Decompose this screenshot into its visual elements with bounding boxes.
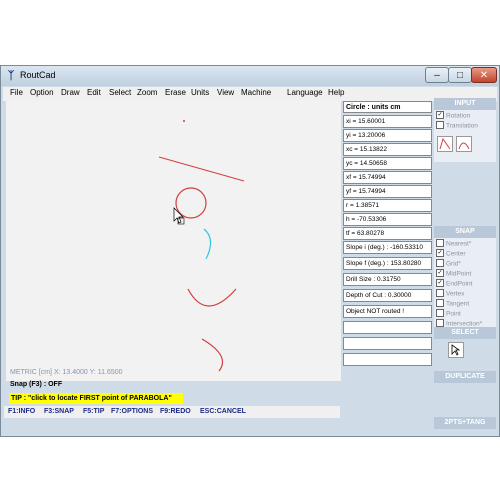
properties-title: Circle : units cm — [343, 101, 432, 113]
fkey-snap[interactable]: F3:SNAP — [44, 408, 74, 415]
menu-units[interactable]: Units — [191, 88, 209, 97]
prop-h[interactable]: h = -70.53306 — [343, 213, 432, 226]
snap-point-checkbox[interactable]: Point — [436, 309, 461, 318]
fkey-redo[interactable]: F9:REDO — [160, 408, 191, 415]
prop-r[interactable]: r = 1.38571 — [343, 199, 432, 212]
fkey-cancel[interactable]: ESC:CANCEL — [200, 408, 246, 415]
snap-grid-checkbox[interactable]: Grid* — [436, 259, 461, 268]
selected-circle[interactable] — [175, 187, 207, 219]
menu-select[interactable]: Select — [109, 88, 131, 97]
rotate-tool-icon[interactable] — [437, 136, 453, 152]
fkey-info[interactable]: F1:INFO — [8, 408, 35, 415]
duplicate-header[interactable]: DUPLICATE — [434, 371, 496, 383]
menu-draw[interactable]: Draw — [61, 88, 80, 97]
select-header[interactable]: SELECT — [434, 327, 496, 339]
drawing-canvas[interactable]: METRIC [cm] X: 13.4000 Y: 11.6500 — [6, 101, 341, 381]
prop-empty-3[interactable] — [343, 353, 432, 366]
prop-xi[interactable]: xi = 15.60001 — [343, 115, 432, 128]
prop-routed-status: Object NOT routed ! — [343, 305, 432, 318]
snap-vertex-checkbox[interactable]: Vertex — [436, 289, 464, 298]
parabola-curve[interactable] — [187, 288, 237, 307]
menu-view[interactable]: View — [217, 88, 234, 97]
coordinate-readout: METRIC [cm] X: 13.4000 Y: 11.6500 — [10, 369, 123, 376]
snap-nearest-checkbox[interactable]: Nearest* — [436, 239, 471, 248]
prop-tf[interactable]: tf = 63.80278 — [343, 227, 432, 240]
fkey-tip[interactable]: F5:TIP — [83, 408, 104, 415]
prop-slope-f[interactable]: Slope f (deg.) : 153.80280 — [343, 257, 432, 270]
menu-file[interactable]: File — [10, 88, 23, 97]
prop-drill-size[interactable]: Drill Size : 0.31750 — [343, 273, 432, 286]
properties-panel: Circle : units cm xi = 15.60001 yi = 13.… — [342, 101, 433, 431]
fkey-options[interactable]: F7:OPTIONS — [111, 408, 153, 415]
title-bar[interactable]: ᛉ RoutCad – □ ✕ — [1, 66, 499, 86]
translation-checkbox[interactable]: Translation — [436, 121, 478, 130]
prop-yc[interactable]: yc = 14.50658 — [343, 157, 432, 170]
app-logo-icon: ᛉ — [7, 70, 15, 82]
prop-xc[interactable]: xc = 15.13822 — [343, 143, 432, 156]
menu-edit[interactable]: Edit — [87, 88, 101, 97]
point-mark[interactable] — [183, 120, 185, 122]
prop-yf[interactable]: yf = 15.74994 — [343, 185, 432, 198]
snap-section: Nearest* ✓ Center Grid* ✓ MidPoint ✓ EndPoi… — [434, 238, 496, 336]
snap-tangent-checkbox[interactable]: Tangent — [436, 299, 469, 308]
menu-option[interactable]: Option — [30, 88, 54, 97]
snap-center-checkbox[interactable]: ✓ Center — [436, 249, 466, 258]
prop-yi[interactable]: yi = 13.20006 — [343, 129, 432, 142]
function-key-bar: F1:INFO F3:SNAP F5:TIP F7:OPTIONS F9:RED… — [4, 406, 340, 418]
rotation-checkbox[interactable]: ✓ Rotation — [436, 111, 470, 120]
input-header: INPUT — [434, 98, 496, 110]
select-tool-icon[interactable] — [448, 342, 464, 358]
prop-empty-2[interactable] — [343, 337, 432, 350]
prop-slope-i[interactable]: Slope i (deg.) : -160.53310 — [343, 241, 432, 254]
window-title: RoutCad — [20, 70, 56, 80]
page: { "window": { "title": "RoutCad" }, "col… — [0, 0, 500, 500]
menu-help[interactable]: Help — [328, 88, 344, 97]
arc-cyan[interactable] — [203, 228, 212, 260]
prop-xf[interactable]: xf = 15.74994 — [343, 171, 432, 184]
menu-language[interactable]: Language — [287, 88, 323, 97]
close-button[interactable]: ✕ — [471, 67, 497, 83]
minimize-button[interactable]: – — [425, 67, 449, 83]
menu-machine[interactable]: Machine — [241, 88, 271, 97]
snap-status: Snap (F3) : OFF — [10, 381, 63, 388]
two-pts-tang-header[interactable]: 2PTS+TANG — [434, 417, 496, 429]
menu-zoom[interactable]: Zoom — [137, 88, 157, 97]
translate-tool-icon[interactable] — [456, 136, 472, 152]
arc-curve[interactable] — [201, 338, 224, 372]
line-segment[interactable] — [158, 156, 245, 182]
maximize-button[interactable]: □ — [448, 67, 472, 83]
menu-erase[interactable]: Erase — [165, 88, 186, 97]
snap-endpoint-checkbox[interactable]: ✓ EndPoint — [436, 279, 472, 288]
tools-panel: INPUT ✓ Rotation Translation SNAP Nearest… — [434, 96, 496, 429]
app-window: ᛉ RoutCad – □ ✕ File Option Draw Edit Se… — [0, 65, 500, 437]
snap-header: SNAP — [434, 226, 496, 238]
tip-bar: TIP : "click to locate FIRST point of PA… — [9, 393, 183, 404]
menu-bar: File Option Draw Edit Select Zoom Erase … — [3, 87, 497, 101]
input-section: ✓ Rotation Translation — [434, 110, 496, 162]
snap-midpoint-checkbox[interactable]: ✓ MidPoint — [436, 269, 471, 278]
drawing-svg — [158, 120, 245, 372]
prop-depth-of-cut[interactable]: Depth of Cut : 0.30000 — [343, 289, 432, 302]
prop-empty-1[interactable] — [343, 321, 432, 334]
